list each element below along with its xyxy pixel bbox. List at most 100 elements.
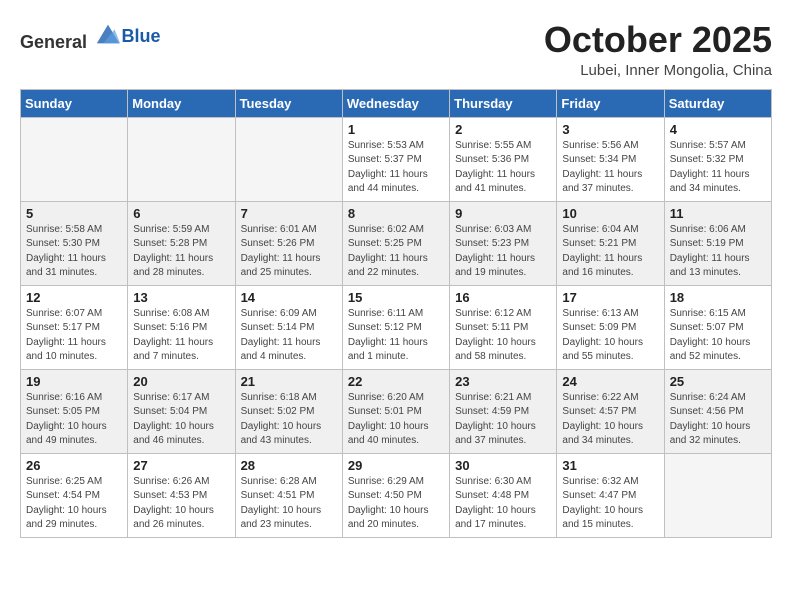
calendar-cell: 2 Sunrise: 5:55 AMSunset: 5:36 PMDaylight…	[450, 117, 557, 201]
calendar-cell: 10 Sunrise: 6:04 AMSunset: 5:21 PMDayligh…	[557, 201, 664, 285]
day-number: 2	[455, 122, 551, 137]
day-number: 12	[26, 290, 122, 305]
day-number: 29	[348, 458, 444, 473]
cell-info: Sunrise: 5:53 AMSunset: 5:37 PMDaylight:…	[348, 140, 428, 195]
day-number: 27	[133, 458, 229, 473]
weekday-header-wednesday: Wednesday	[342, 89, 449, 117]
day-number: 11	[670, 206, 766, 221]
calendar-cell: 26 Sunrise: 6:25 AMSunset: 4:54 PMDayligh…	[21, 453, 128, 537]
cell-info: Sunrise: 6:25 AMSunset: 4:54 PMDaylight:…	[26, 476, 107, 531]
day-number: 16	[455, 290, 551, 305]
cell-info: Sunrise: 6:04 AMSunset: 5:21 PMDaylight:…	[562, 224, 642, 279]
day-number: 5	[26, 206, 122, 221]
day-number: 7	[241, 206, 337, 221]
day-number: 21	[241, 374, 337, 389]
calendar-cell: 8 Sunrise: 6:02 AMSunset: 5:25 PMDaylight…	[342, 201, 449, 285]
cell-info: Sunrise: 6:11 AMSunset: 5:12 PMDaylight:…	[348, 308, 428, 363]
day-number: 22	[348, 374, 444, 389]
cell-info: Sunrise: 6:06 AMSunset: 5:19 PMDaylight:…	[670, 224, 750, 279]
calendar-cell: 9Sunrise: 6:03 AMSunset: 5:23 PMDaylight…	[450, 201, 557, 285]
calendar-cell: 31 Sunrise: 6:32 AMSunset: 4:47 PMDayligh…	[557, 453, 664, 537]
cell-info: Sunrise: 6:16 AMSunset: 5:05 PMDaylight:…	[26, 392, 107, 447]
day-number: 20	[133, 374, 229, 389]
day-number: 13	[133, 290, 229, 305]
cell-info: Sunrise: 6:15 AMSunset: 5:07 PMDaylight:…	[670, 308, 751, 363]
day-number: 31	[562, 458, 658, 473]
weekday-header-sunday: Sunday	[21, 89, 128, 117]
calendar-week-row: 1 Sunrise: 5:53 AMSunset: 5:37 PMDaylight…	[21, 117, 772, 201]
day-number: 17	[562, 290, 658, 305]
cell-info: Sunrise: 6:26 AMSunset: 4:53 PMDaylight:…	[133, 476, 214, 531]
weekday-header-thursday: Thursday	[450, 89, 557, 117]
logo-icon	[94, 20, 122, 48]
calendar-cell: 18Sunrise: 6:15 AMSunset: 5:07 PMDayligh…	[664, 285, 771, 369]
day-number: 14	[241, 290, 337, 305]
calendar-cell: 17 Sunrise: 6:13 AMSunset: 5:09 PMDayligh…	[557, 285, 664, 369]
calendar-cell: 7 Sunrise: 6:01 AMSunset: 5:26 PMDaylight…	[235, 201, 342, 285]
cell-info: Sunrise: 6:21 AMSunset: 4:59 PMDaylight:…	[455, 392, 536, 447]
day-number: 26	[26, 458, 122, 473]
calendar-cell: 21 Sunrise: 6:18 AMSunset: 5:02 PMDayligh…	[235, 369, 342, 453]
cell-info: Sunrise: 6:02 AMSunset: 5:25 PMDaylight:…	[348, 224, 428, 279]
calendar-cell: 11 Sunrise: 6:06 AMSunset: 5:19 PMDayligh…	[664, 201, 771, 285]
cell-info: Sunrise: 5:59 AMSunset: 5:28 PMDaylight:…	[133, 224, 213, 279]
day-number: 3	[562, 122, 658, 137]
calendar-cell: 28 Sunrise: 6:28 AMSunset: 4:51 PMDayligh…	[235, 453, 342, 537]
day-number: 4	[670, 122, 766, 137]
calendar-cell: 15Sunrise: 6:11 AMSunset: 5:12 PMDayligh…	[342, 285, 449, 369]
day-number: 8	[348, 206, 444, 221]
weekday-header-friday: Friday	[557, 89, 664, 117]
logo-blue-text: Blue	[122, 26, 161, 47]
weekday-header-tuesday: Tuesday	[235, 89, 342, 117]
title-area: October 2025 Lubei, Inner Mongolia, Chin…	[544, 20, 772, 79]
cell-info: Sunrise: 6:24 AMSunset: 4:56 PMDaylight:…	[670, 392, 751, 447]
calendar-cell: 6Sunrise: 5:59 AMSunset: 5:28 PMDaylight…	[128, 201, 235, 285]
cell-info: Sunrise: 5:55 AMSunset: 5:36 PMDaylight:…	[455, 140, 535, 195]
calendar-week-row: 26 Sunrise: 6:25 AMSunset: 4:54 PMDayligh…	[21, 453, 772, 537]
calendar-cell: 5 Sunrise: 5:58 AMSunset: 5:30 PMDaylight…	[21, 201, 128, 285]
cell-info: Sunrise: 6:09 AMSunset: 5:14 PMDaylight:…	[241, 308, 321, 363]
cell-info: Sunrise: 6:13 AMSunset: 5:09 PMDaylight:…	[562, 308, 643, 363]
cell-info: Sunrise: 6:20 AMSunset: 5:01 PMDaylight:…	[348, 392, 429, 447]
weekday-header-row: SundayMondayTuesdayWednesdayThursdayFrid…	[21, 89, 772, 117]
weekday-header-saturday: Saturday	[664, 89, 771, 117]
calendar-cell: 19Sunrise: 6:16 AMSunset: 5:05 PMDayligh…	[21, 369, 128, 453]
calendar-cell: 14 Sunrise: 6:09 AMSunset: 5:14 PMDayligh…	[235, 285, 342, 369]
calendar-cell: 20 Sunrise: 6:17 AMSunset: 5:04 PMDayligh…	[128, 369, 235, 453]
cell-info: Sunrise: 6:28 AMSunset: 4:51 PMDaylight:…	[241, 476, 322, 531]
calendar-cell: 24Sunrise: 6:22 AMSunset: 4:57 PMDayligh…	[557, 369, 664, 453]
cell-info: Sunrise: 6:01 AMSunset: 5:26 PMDaylight:…	[241, 224, 321, 279]
calendar-cell: 27 Sunrise: 6:26 AMSunset: 4:53 PMDayligh…	[128, 453, 235, 537]
day-number: 1	[348, 122, 444, 137]
cell-info: Sunrise: 6:08 AMSunset: 5:16 PMDaylight:…	[133, 308, 213, 363]
calendar-cell	[235, 117, 342, 201]
calendar-cell: 3 Sunrise: 5:56 AMSunset: 5:34 PMDaylight…	[557, 117, 664, 201]
cell-info: Sunrise: 6:29 AMSunset: 4:50 PMDaylight:…	[348, 476, 429, 531]
day-number: 25	[670, 374, 766, 389]
cell-info: Sunrise: 6:12 AMSunset: 5:11 PMDaylight:…	[455, 308, 536, 363]
logo-general-text: General	[20, 32, 87, 52]
cell-info: Sunrise: 5:57 AMSunset: 5:32 PMDaylight:…	[670, 140, 750, 195]
calendar-cell: 30Sunrise: 6:30 AMSunset: 4:48 PMDayligh…	[450, 453, 557, 537]
calendar-cell: 12 Sunrise: 6:07 AMSunset: 5:17 PMDayligh…	[21, 285, 128, 369]
cell-info: Sunrise: 5:56 AMSunset: 5:34 PMDaylight:…	[562, 140, 642, 195]
calendar-cell: 1 Sunrise: 5:53 AMSunset: 5:37 PMDaylight…	[342, 117, 449, 201]
calendar-cell: 16 Sunrise: 6:12 AMSunset: 5:11 PMDayligh…	[450, 285, 557, 369]
cell-info: Sunrise: 6:07 AMSunset: 5:17 PMDaylight:…	[26, 308, 106, 363]
calendar-table: SundayMondayTuesdayWednesdayThursdayFrid…	[20, 89, 772, 538]
cell-info: Sunrise: 6:17 AMSunset: 5:04 PMDaylight:…	[133, 392, 214, 447]
cell-info: Sunrise: 5:58 AMSunset: 5:30 PMDaylight:…	[26, 224, 106, 279]
calendar-cell: 23 Sunrise: 6:21 AMSunset: 4:59 PMDayligh…	[450, 369, 557, 453]
location-title: Lubei, Inner Mongolia, China	[544, 62, 772, 79]
page-header: General Blue October 2025 Lubei, Inner M…	[10, 10, 782, 89]
day-number: 10	[562, 206, 658, 221]
calendar-cell: 29 Sunrise: 6:29 AMSunset: 4:50 PMDayligh…	[342, 453, 449, 537]
day-number: 23	[455, 374, 551, 389]
calendar-cell: 13 Sunrise: 6:08 AMSunset: 5:16 PMDayligh…	[128, 285, 235, 369]
cell-info: Sunrise: 6:18 AMSunset: 5:02 PMDaylight:…	[241, 392, 322, 447]
calendar-cell: 4 Sunrise: 5:57 AMSunset: 5:32 PMDaylight…	[664, 117, 771, 201]
weekday-header-monday: Monday	[128, 89, 235, 117]
calendar-cell: 25 Sunrise: 6:24 AMSunset: 4:56 PMDayligh…	[664, 369, 771, 453]
day-number: 28	[241, 458, 337, 473]
cell-info: Sunrise: 6:32 AMSunset: 4:47 PMDaylight:…	[562, 476, 643, 531]
